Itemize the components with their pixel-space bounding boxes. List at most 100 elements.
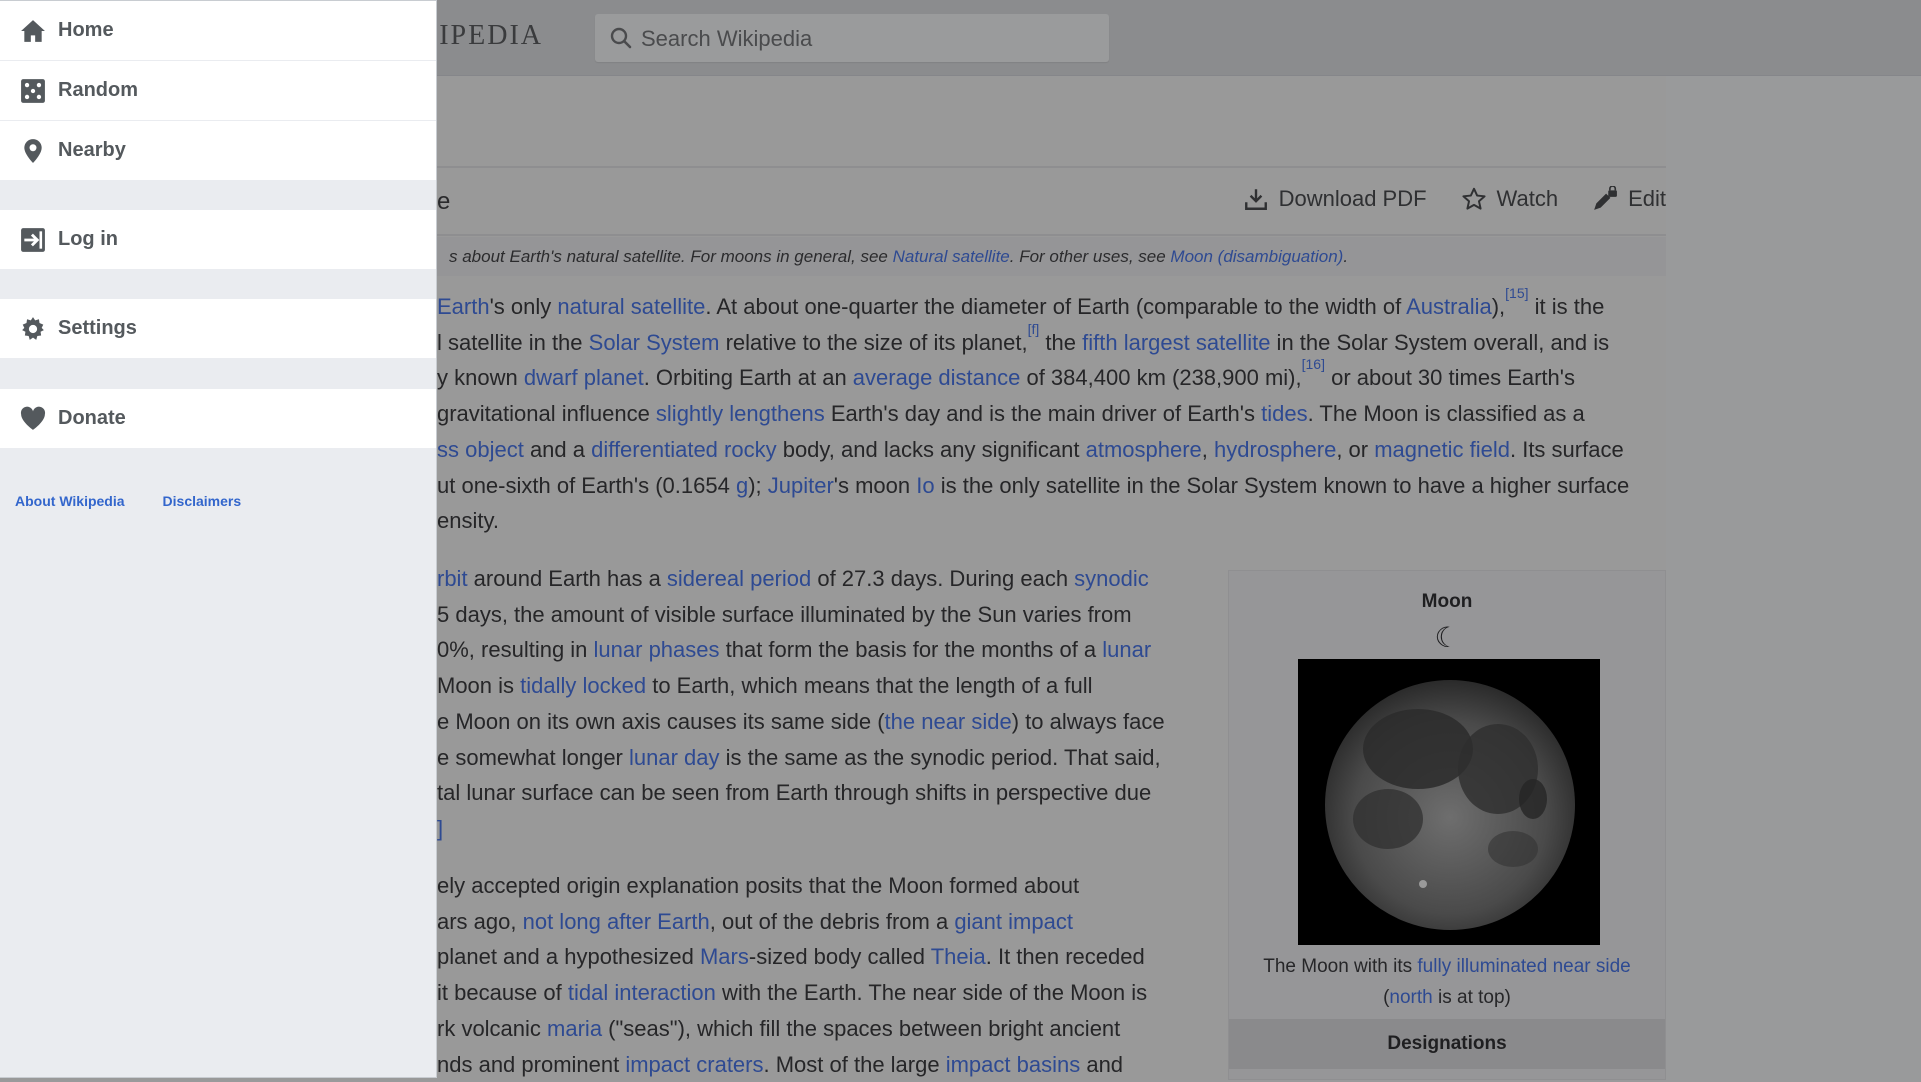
- article-link[interactable]: fifth largest satellite: [1082, 330, 1270, 355]
- download-icon: [1244, 189, 1267, 210]
- article-link[interactable]: synodic: [1074, 566, 1149, 591]
- text-segment: gravitational influence: [437, 401, 656, 427]
- article-link[interactable]: slightly lengthens: [656, 401, 825, 426]
- text-segment: , out of the debris from a: [709, 908, 955, 934]
- text-segment: . It then receded: [985, 944, 1145, 970]
- text-line: ut one-sixth of Earth's (0.1654 g); Jupi…: [437, 468, 1629, 504]
- article-link[interactable]: g: [736, 473, 748, 498]
- text-segment: and a: [523, 436, 592, 462]
- edit-lock-icon: [1594, 186, 1617, 210]
- watch-label: Watch: [1496, 186, 1559, 211]
- disclaimers-link[interactable]: Disclaimers: [163, 493, 242, 509]
- download-pdf-button[interactable]: Download PDF: [1243, 186, 1427, 212]
- nav-item-donate[interactable]: Donate: [0, 389, 436, 449]
- article-link[interactable]: Jupiter: [768, 473, 834, 498]
- text-segment: it is the: [1528, 294, 1605, 319]
- article-link[interactable]: rbit: [437, 566, 468, 591]
- article-link[interactable]: giant impact: [954, 909, 1073, 934]
- text-segment: . Its surface: [1509, 436, 1624, 462]
- text-segment: , or: [1336, 436, 1375, 462]
- citation-link[interactable]: [16]: [1302, 356, 1325, 372]
- article-link[interactable]: ss object: [437, 437, 524, 462]
- text-segment: it because of: [437, 980, 568, 1006]
- article-link[interactable]: maria: [547, 1016, 602, 1041]
- text-segment: the: [1039, 329, 1083, 355]
- caption-link-north[interactable]: north: [1389, 987, 1432, 1008]
- paragraph-origin: ely accepted origin explanation posits t…: [437, 868, 1147, 1082]
- article-link[interactable]: atmosphere: [1086, 437, 1202, 462]
- text-segment: rk volcanic: [437, 1015, 548, 1041]
- page-actions: Download PDF Watch Edit: [1243, 186, 1666, 212]
- text-segment: to Earth, which means that the length of…: [646, 673, 1093, 699]
- search-icon: [610, 27, 632, 49]
- watch-button[interactable]: Watch: [1461, 186, 1559, 212]
- article-link[interactable]: Australia: [1406, 294, 1492, 319]
- hatnote-text: .: [1343, 247, 1349, 266]
- text-segment: relative to the size of its planet,: [719, 329, 1028, 355]
- hatnote-link-natural-satellite[interactable]: Natural satellite: [893, 247, 1010, 266]
- text-segment: is the only satellite in the Solar Syste…: [934, 472, 1630, 498]
- text-segment: -sized body called: [748, 944, 931, 970]
- search-input[interactable]: Search Wikipedia: [595, 14, 1109, 62]
- article-link[interactable]: natural satellite: [557, 294, 705, 319]
- moon-photo: [1325, 680, 1575, 930]
- article-link[interactable]: tides: [1261, 401, 1307, 426]
- paragraph-orbit: rbit around Earth has a sidereal period …: [437, 561, 1165, 847]
- text-line: Earth's only natural satellite. At about…: [437, 286, 1629, 325]
- text-line: tal lunar surface can be seen from Earth…: [437, 775, 1165, 811]
- article-link[interactable]: lunar: [1102, 637, 1151, 662]
- moon-image[interactable]: [1298, 659, 1600, 945]
- article-link[interactable]: Mars: [700, 944, 749, 969]
- text-segment: of 27.3 days. During each: [811, 566, 1075, 591]
- article-link[interactable]: sidereal period: [667, 566, 811, 591]
- moon-symbol-icon: ☾: [1434, 622, 1460, 653]
- nav-item-settings[interactable]: Settings: [0, 299, 436, 359]
- article-link[interactable]: magnetic field: [1374, 437, 1510, 462]
- article-link[interactable]: tidal interaction: [568, 980, 716, 1005]
- text-segment: ),: [1491, 294, 1506, 319]
- article-link[interactable]: differentiated rocky: [591, 437, 776, 462]
- nav-item-home[interactable]: Home: [0, 1, 436, 61]
- about-wikipedia-link[interactable]: About Wikipedia: [15, 493, 125, 509]
- citation-link[interactable]: [15]: [1505, 285, 1528, 301]
- article-link[interactable]: hydrosphere: [1214, 437, 1336, 462]
- article-link[interactable]: Earth: [437, 294, 490, 319]
- text-line: it because of tidal interaction with the…: [437, 975, 1147, 1011]
- article-link[interactable]: lunar day: [629, 745, 720, 770]
- text-segment: ,: [1201, 436, 1215, 462]
- text-segment: Earth's day and is the main driver of Ea…: [824, 401, 1262, 427]
- text-segment: );: [748, 472, 768, 498]
- text-line: e Moon on its own axis causes its same s…: [437, 704, 1165, 740]
- article-link[interactable]: tidally locked: [520, 673, 646, 698]
- nav-item-login[interactable]: Log in: [0, 210, 436, 270]
- dice-icon: [21, 78, 45, 103]
- article-link[interactable]: not long after Earth: [523, 909, 710, 934]
- nav-label: Log in: [58, 228, 118, 250]
- article-link[interactable]: dwarf planet: [524, 365, 644, 390]
- article-link[interactable]: Solar System: [589, 330, 720, 355]
- article-link[interactable]: lunar phases: [594, 637, 720, 662]
- text-segment: l satellite in the: [437, 329, 589, 355]
- download-pdf-label: Download PDF: [1278, 186, 1427, 211]
- nav-label: Donate: [58, 407, 126, 429]
- hatnote-link-disambiguation[interactable]: Moon (disambiguation): [1170, 247, 1343, 266]
- edit-button[interactable]: Edit: [1592, 186, 1666, 212]
- article-link[interactable]: impact basins: [946, 1052, 1081, 1077]
- nav-label: Home: [58, 19, 114, 41]
- article-link[interactable]: Theia: [931, 944, 986, 969]
- article-link[interactable]: ]: [437, 816, 443, 841]
- article-link[interactable]: the near side: [885, 709, 1012, 734]
- article-link[interactable]: impact craters: [625, 1052, 763, 1077]
- text-segment: Moon is: [437, 673, 521, 699]
- article-link[interactable]: average distance: [853, 365, 1021, 390]
- nav-item-nearby[interactable]: Nearby: [0, 121, 436, 181]
- edit-label: Edit: [1628, 186, 1666, 211]
- nav-item-random[interactable]: Random: [0, 61, 436, 121]
- text-segment: ("seas"), which fill the spaces between …: [602, 1015, 1121, 1041]
- text-segment: ) to always face: [1011, 708, 1165, 734]
- caption-link-near-side[interactable]: fully illuminated near side: [1417, 956, 1630, 977]
- citation-link[interactable]: [f]: [1028, 321, 1040, 337]
- article-link[interactable]: Io: [916, 473, 934, 498]
- infobox-section-designations[interactable]: Designations: [1229, 1019, 1665, 1069]
- drawer-footer: About Wikipedia Disclaimers: [15, 493, 241, 509]
